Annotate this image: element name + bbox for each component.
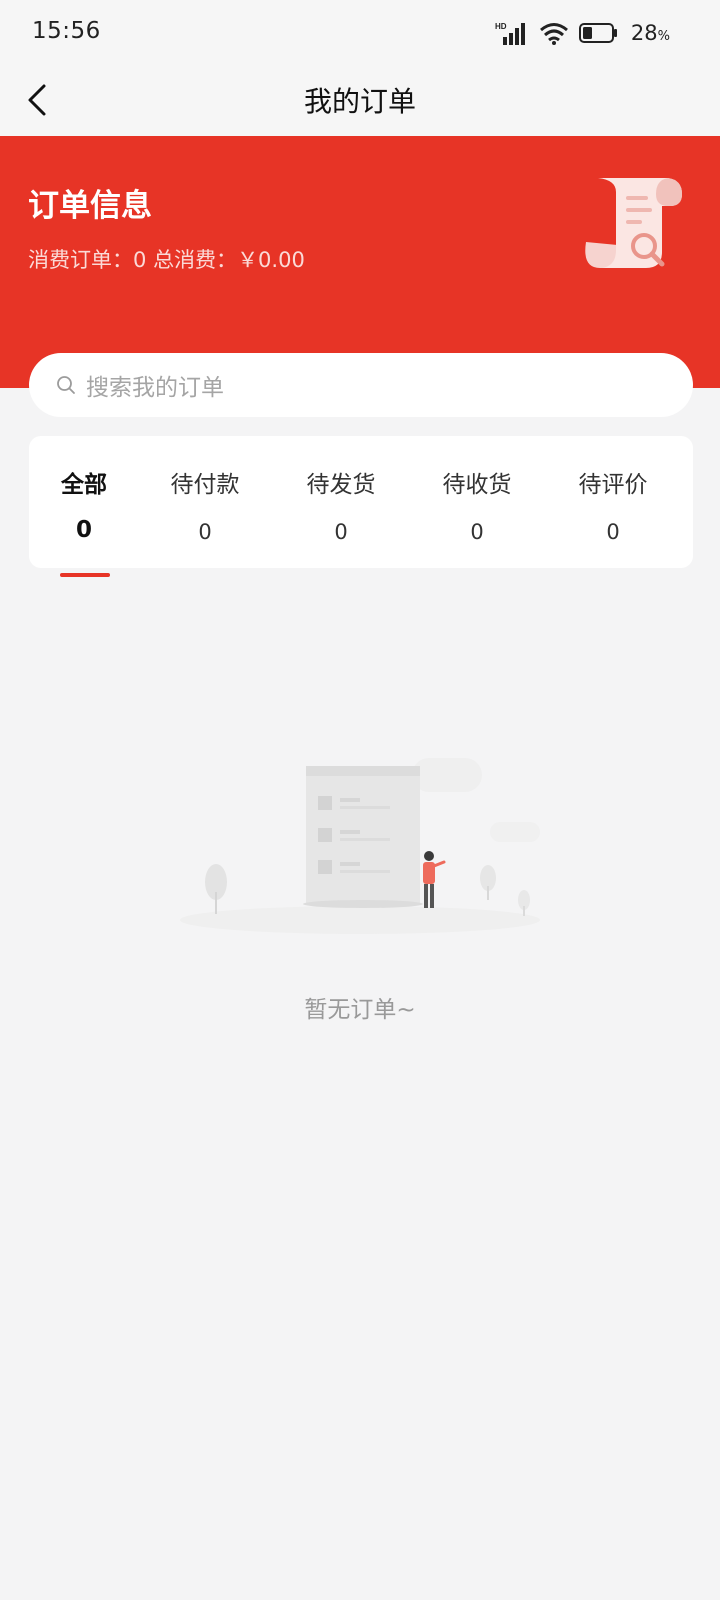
tab-pending-shipment[interactable]: 待发货 0 <box>291 436 391 568</box>
nav-bar: 我的订单 <box>0 66 720 136</box>
banner-title: 订单信息 <box>28 188 152 224</box>
tab-count: 0 <box>470 520 484 544</box>
tab-pending-review[interactable]: 待评价 0 <box>563 436 663 568</box>
tab-count: 0 <box>334 520 348 544</box>
tab-count: 0 <box>606 520 620 544</box>
total-label: 总消费： <box>153 248 238 272</box>
tab-pending-payment[interactable]: 待付款 0 <box>155 436 255 568</box>
search-placeholder: 搜索我的订单 <box>86 375 224 401</box>
tab-label: 待发货 <box>306 472 376 498</box>
order-info-banner: 订单信息 消费订单：0 总消费：￥0.00 <box>0 136 720 388</box>
signal-icon: HD <box>495 22 525 45</box>
tab-count: 0 <box>198 520 212 544</box>
orders-count: 0 <box>133 248 147 272</box>
search-input[interactable]: 搜索我的订单 <box>29 353 693 417</box>
tab-count: 0 <box>75 517 92 543</box>
orders-label: 消费订单： <box>28 248 133 272</box>
wifi-icon <box>539 23 568 45</box>
battery-icon <box>578 23 617 43</box>
tab-label: 待评价 <box>578 472 648 498</box>
tab-label: 全部 <box>61 472 107 498</box>
tab-all[interactable]: 全部 0 <box>45 436 123 568</box>
battery-percentage: 28% <box>630 21 670 45</box>
total-value: ￥0.00 <box>237 248 305 272</box>
order-summary: 消费订单：0 总消费：￥0.00 <box>28 244 305 274</box>
network-type-label: HD <box>495 22 507 31</box>
search-icon <box>57 376 75 394</box>
status-icons: HD 28% <box>495 20 670 46</box>
tab-label: 待付款 <box>170 472 240 498</box>
status-bar: 15:56 HD 28% <box>0 0 720 66</box>
page-title: 我的订单 <box>303 85 416 118</box>
tab-label: 待收货 <box>442 472 512 498</box>
order-status-tabs: 全部 0 待付款 0 待发货 0 待收货 0 待评价 0 <box>29 436 693 568</box>
order-scroll-icon <box>585 178 682 268</box>
tab-pending-receipt[interactable]: 待收货 0 <box>427 436 527 568</box>
empty-orders-illustration <box>180 758 540 934</box>
active-tab-indicator <box>60 573 110 577</box>
status-time: 15:56 <box>32 18 101 44</box>
empty-state-message: 暂无订单~ <box>304 997 416 1023</box>
